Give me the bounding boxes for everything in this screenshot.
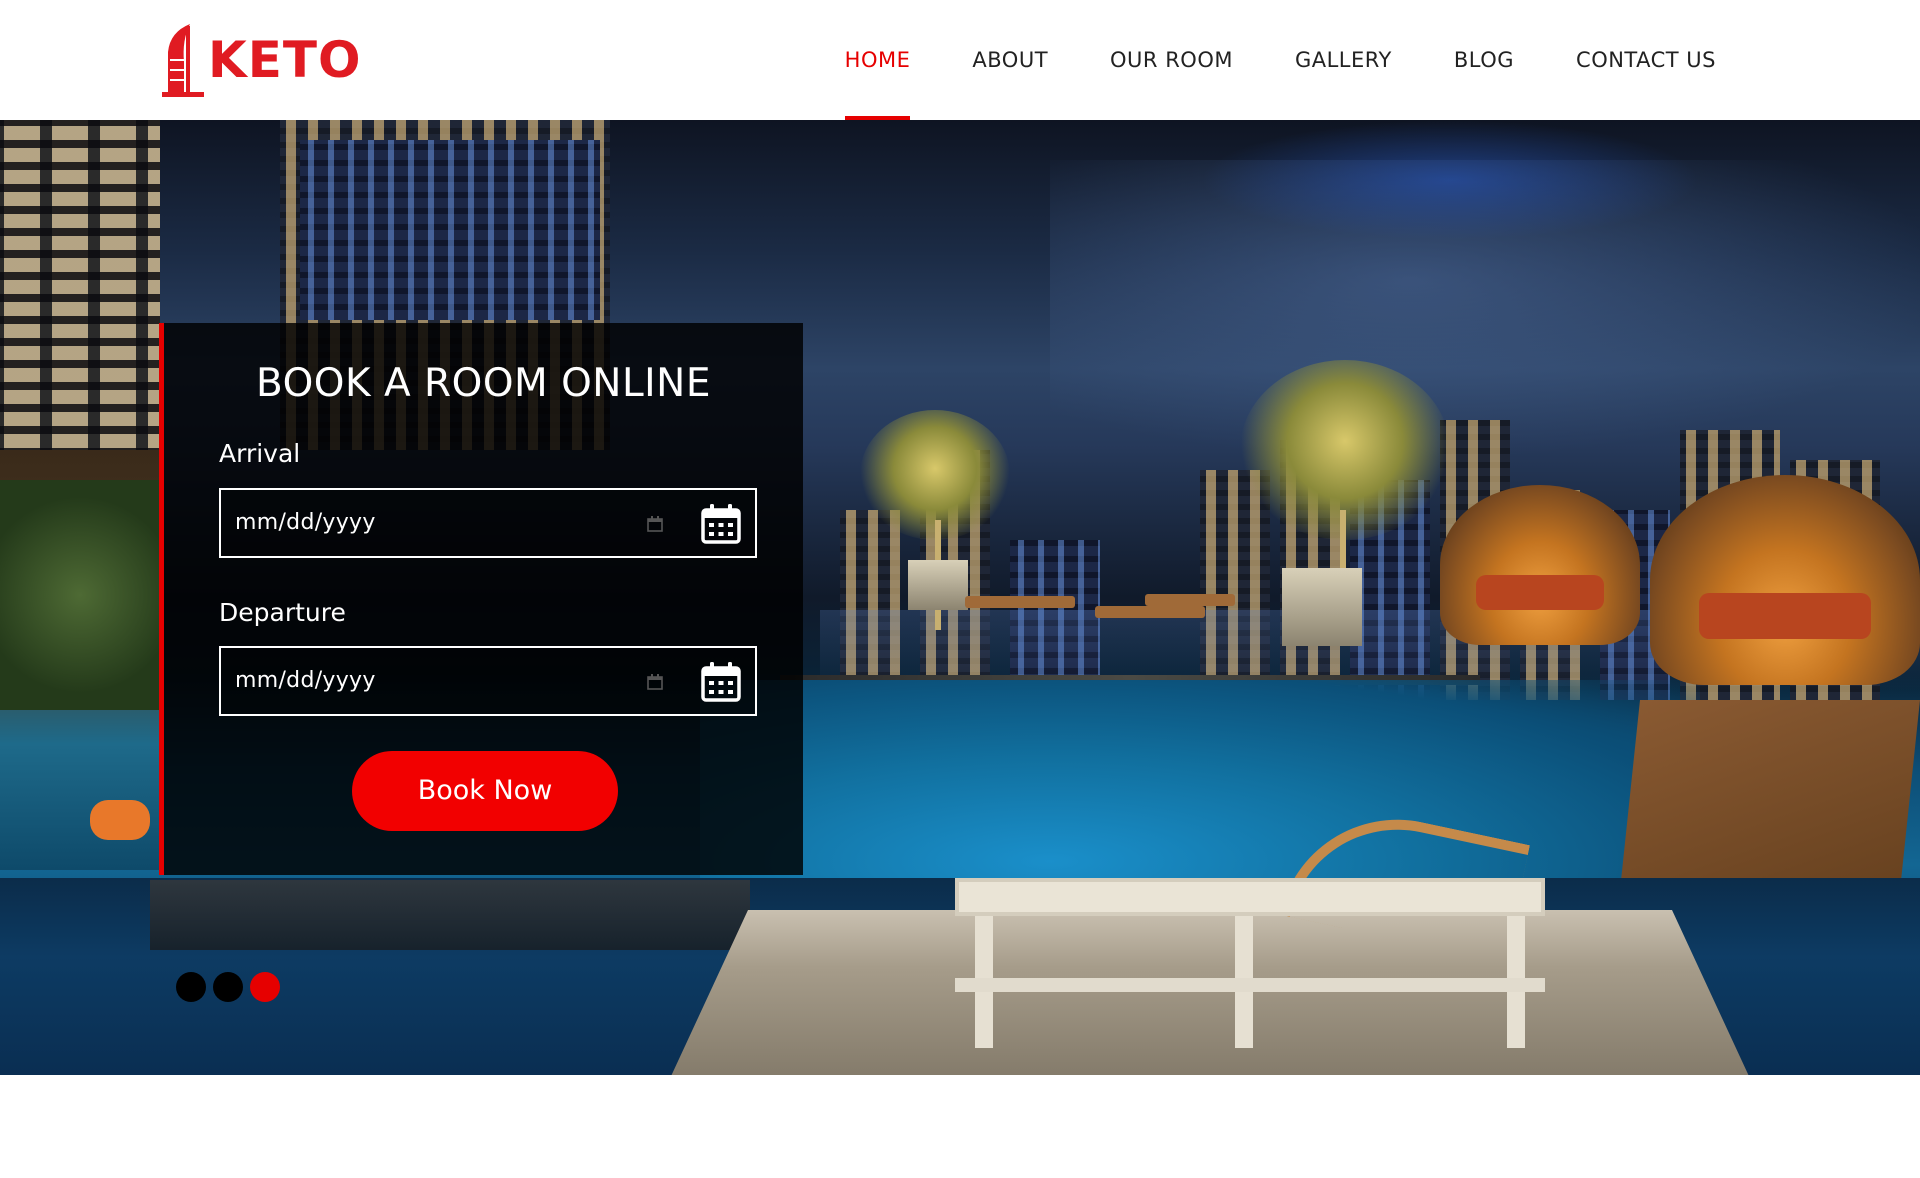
departure-date-placeholder: mm/dd/yyyy bbox=[235, 668, 376, 693]
cabana-pod bbox=[1650, 475, 1920, 685]
arrival-date-input[interactable]: mm/dd/yyyy bbox=[219, 488, 757, 558]
rolled-towel bbox=[90, 800, 150, 840]
pool-tiles bbox=[150, 880, 750, 950]
arrival-date-placeholder: mm/dd/yyyy bbox=[235, 510, 376, 535]
nav-item-our-room[interactable]: OUR ROOM bbox=[1110, 0, 1233, 120]
nav-item-home[interactable]: HOME bbox=[844, 0, 911, 120]
sun-lounger bbox=[965, 596, 1075, 608]
nav-item-contact-us[interactable]: CONTACT US bbox=[1576, 0, 1716, 120]
tower bbox=[300, 140, 600, 320]
hotel-tower-icon bbox=[162, 24, 204, 97]
sun-lounger bbox=[1145, 594, 1235, 606]
calendar-icon bbox=[701, 504, 741, 544]
carousel-dot[interactable] bbox=[213, 972, 243, 1002]
cabana-pod bbox=[1440, 485, 1640, 645]
planter bbox=[908, 560, 968, 610]
nav-item-about[interactable]: ABOUT bbox=[972, 0, 1048, 120]
sky-glow bbox=[1200, 120, 1700, 240]
brand-name: KETO bbox=[208, 31, 362, 89]
departure-label: Departure bbox=[219, 598, 346, 627]
carousel-dots bbox=[176, 972, 287, 1002]
page-content-area bbox=[0, 1075, 1920, 1178]
book-now-button[interactable]: Book Now bbox=[352, 751, 618, 831]
booking-title: BOOK A ROOM ONLINE bbox=[256, 361, 711, 406]
main-nav: HOME ABOUT OUR ROOM GALLERY BLOG CONTACT… bbox=[783, 0, 1716, 120]
departure-date-input[interactable]: mm/dd/yyyy bbox=[219, 646, 757, 716]
hedge bbox=[0, 480, 160, 710]
booking-form: BOOK A ROOM ONLINE Arrival mm/dd/yyyy De… bbox=[159, 323, 803, 875]
carousel-dot[interactable] bbox=[176, 972, 206, 1002]
daybed bbox=[955, 878, 1545, 1048]
arrival-label: Arrival bbox=[219, 439, 301, 468]
nav-item-blog[interactable]: BLOG bbox=[1454, 0, 1514, 120]
nav-item-gallery[interactable]: GALLERY bbox=[1295, 0, 1392, 120]
calendar-picker-icon[interactable] bbox=[646, 515, 664, 533]
sun-lounger bbox=[1095, 606, 1205, 618]
calendar-picker-icon[interactable] bbox=[646, 673, 664, 691]
calendar-icon bbox=[701, 662, 741, 702]
carousel-dot[interactable] bbox=[250, 972, 280, 1002]
site-header: KETO HOME ABOUT OUR ROOM GALLERY BLOG CO… bbox=[0, 0, 1920, 120]
planter bbox=[1282, 568, 1362, 646]
site-logo[interactable]: KETO bbox=[160, 20, 362, 100]
